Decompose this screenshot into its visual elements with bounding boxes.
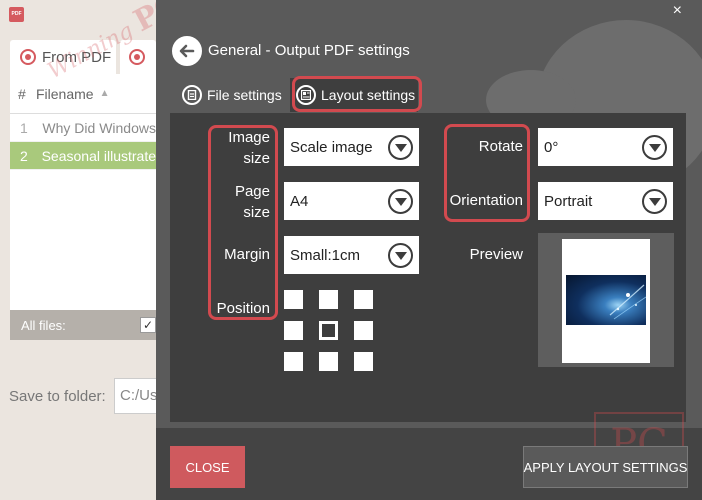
position-bottom-center[interactable] (319, 352, 338, 371)
select-value: Scale image (290, 138, 373, 156)
preview-page (562, 239, 650, 363)
sort-asc-icon: ▲ (99, 88, 110, 99)
save-folder-label: Save to folder: (9, 388, 106, 405)
select-value: Small:1cm (290, 246, 361, 264)
sparkle-image (609, 284, 647, 320)
file-list: # Filename ▲ 1 Why Did Windows 2 Seasona… (10, 74, 156, 340)
arrow-left-icon (179, 44, 195, 58)
highlight-box (444, 124, 530, 222)
chevron-down-icon (642, 134, 667, 160)
list-header: # Filename ▲ (10, 74, 156, 114)
rotate-select[interactable]: 0° (538, 128, 673, 166)
preview-image (566, 275, 647, 325)
select-value: Portrait (544, 192, 593, 210)
layout-settings-panel: Image size Page size Margin Position Sca… (170, 113, 686, 422)
position-middle-right[interactable] (354, 321, 373, 340)
position-bottom-right[interactable] (354, 352, 373, 371)
preview-label: Preview (469, 246, 523, 263)
row-number: 1 (20, 119, 28, 136)
position-top-right[interactable] (354, 290, 373, 309)
column-filename[interactable]: Filename (36, 86, 94, 102)
select-value: A4 (290, 192, 309, 210)
page-size-select[interactable]: A4 (284, 182, 419, 220)
back-button[interactable] (172, 36, 202, 66)
position-top-center[interactable] (319, 290, 338, 309)
list-item[interactable]: 2 Seasonal illustrate (10, 142, 156, 170)
image-size-select[interactable]: Scale image (284, 128, 419, 166)
all-files-label: All files: (21, 317, 66, 333)
highlight-box (208, 125, 278, 320)
dialog-title: General - Output PDF settings (208, 42, 410, 59)
position-center[interactable] (319, 321, 338, 340)
margin-select[interactable]: Small:1cm (284, 236, 419, 274)
position-top-left[interactable] (284, 290, 303, 309)
chevron-down-icon (388, 242, 413, 268)
tab-file-settings[interactable]: File settings (176, 78, 288, 112)
row-filename: Seasonal illustrate (41, 147, 156, 164)
close-button[interactable]: CLOSE (170, 446, 245, 488)
app-logo: PDF (9, 7, 24, 22)
chevron-down-icon (642, 188, 667, 214)
output-pdf-settings-dialog: × General - Output PDF settings File set… (156, 0, 702, 500)
position-grid (284, 290, 384, 380)
position-middle-left[interactable] (284, 321, 303, 340)
orientation-select[interactable]: Portrait (538, 182, 673, 220)
row-number: 2 (20, 147, 28, 164)
document-icon (182, 85, 202, 105)
apply-layout-settings-button[interactable]: APPLY LAYOUT SETTINGS (523, 446, 688, 488)
close-icon[interactable]: × (673, 2, 682, 20)
select-value: 0° (544, 138, 559, 156)
chevron-down-icon (388, 188, 413, 214)
column-number[interactable]: # (10, 86, 36, 102)
chevron-down-icon (388, 134, 413, 160)
to-pdf-icon (129, 49, 145, 65)
tab-label: File settings (207, 87, 282, 103)
from-pdf-icon (20, 49, 36, 65)
preview-area (538, 233, 674, 367)
all-files-checkbox[interactable]: ✓ (140, 317, 156, 333)
row-filename: Why Did Windows (42, 119, 156, 136)
highlight-box (292, 76, 422, 112)
list-footer: All files: ✓ (10, 310, 156, 340)
position-bottom-left[interactable] (284, 352, 303, 371)
list-item[interactable]: 1 Why Did Windows (10, 114, 156, 142)
